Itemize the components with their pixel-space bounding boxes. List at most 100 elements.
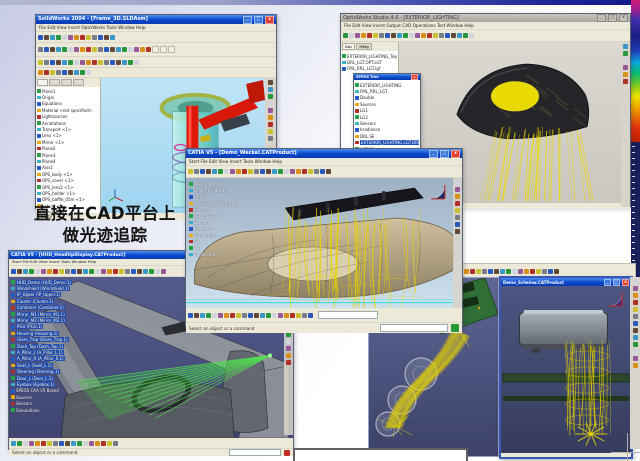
toolbar-button[interactable] bbox=[152, 46, 159, 53]
toolbar-icon bbox=[633, 342, 638, 347]
sketch-toolbar[interactable] bbox=[36, 68, 276, 78]
close-button[interactable]: x bbox=[451, 150, 460, 158]
mid-viewport[interactable]: Demo_WeckelFinger (Finger.1)FingerSPEOS … bbox=[186, 178, 462, 308]
lamp-viewport[interactable] bbox=[501, 286, 631, 453]
toolbar-icon bbox=[224, 169, 229, 174]
tab-doc[interactable]: Doc bbox=[342, 43, 355, 50]
toolbar-icon bbox=[83, 269, 88, 274]
close-button[interactable]: x bbox=[622, 279, 629, 286]
tab-mktg[interactable]: Mktg bbox=[356, 43, 371, 50]
project-tree-item[interactable]: EXTERIOR_LIGHTING_Top.OPT3DB bbox=[342, 53, 397, 59]
toolbar-icon bbox=[308, 313, 313, 318]
toolbar-icon bbox=[11, 441, 16, 446]
toolbar-icon bbox=[89, 441, 94, 446]
menu-bar[interactable]: File Edit View Insert OptisWorks Tools W… bbox=[36, 24, 276, 32]
viewport-toolbar[interactable] bbox=[621, 42, 630, 207]
toolbar-icon bbox=[397, 33, 402, 38]
feature-tree-panel[interactable]: Plane1OriginEquationsMaterial <not speci… bbox=[36, 78, 101, 213]
compass-icon[interactable] bbox=[607, 291, 625, 309]
toolbar-icon bbox=[110, 35, 115, 40]
tree-node-label: Mirror_M2 (Mirror_M2.1) bbox=[16, 318, 66, 323]
toolbar-icon bbox=[633, 314, 638, 319]
spec-tree-item[interactable]: Simulations bbox=[11, 407, 107, 413]
toolbar-icon bbox=[86, 35, 91, 40]
tree-node-label: Double bbox=[360, 95, 374, 100]
view-toolbar[interactable] bbox=[36, 57, 276, 68]
tree-node-label: Sensors bbox=[16, 401, 32, 406]
tab-config[interactable] bbox=[61, 79, 72, 86]
minimize-button[interactable]: _ bbox=[243, 16, 252, 24]
tree-node-icon bbox=[189, 253, 193, 257]
spec-tree[interactable]: HUD_Demo (HUD_Demo.1)Windshield (Windshi… bbox=[11, 279, 107, 413]
tree-node-icon bbox=[37, 141, 41, 145]
command-field[interactable] bbox=[318, 311, 378, 319]
tree-node-icon bbox=[11, 344, 15, 348]
maximize-button[interactable]: □ bbox=[608, 14, 617, 22]
toolbar-button[interactable] bbox=[168, 46, 175, 53]
catia-mid-window: CATIA V5 - [Demo_Weckel.CATProduct] _ □ … bbox=[185, 148, 463, 327]
status-bar: Select an object or a command bbox=[186, 323, 462, 333]
tab-property[interactable] bbox=[49, 79, 60, 86]
maximize-button[interactable]: □ bbox=[254, 16, 263, 24]
toolbar-icon bbox=[98, 35, 103, 40]
toolbar[interactable] bbox=[341, 30, 630, 42]
tree-node-label: HUD_Demo (HUD_Demo.1) bbox=[16, 280, 72, 285]
toolbar-button[interactable] bbox=[160, 46, 167, 53]
tree-node-label: A_Pillar_R (A_Pillar_R.1) bbox=[16, 356, 65, 361]
toolbar[interactable] bbox=[186, 166, 462, 178]
mid-title-bar[interactable]: CATIA V5 - [Demo_Weckel.CATProduct] _ □ … bbox=[186, 149, 462, 158]
feature-tree-item[interactable]: Material <not specified> bbox=[37, 107, 99, 113]
toolbar-icon bbox=[98, 47, 103, 52]
tab-features[interactable] bbox=[37, 79, 48, 86]
toolbar-icon bbox=[268, 101, 273, 106]
optisworks-title-bar[interactable]: OptisWorks Studio 4.0 - [EXTERIOR_LIGHTI… bbox=[341, 14, 630, 22]
palette-title-bar[interactable]: SPEOS Tree x bbox=[354, 74, 420, 80]
maximize-button[interactable]: □ bbox=[613, 279, 620, 286]
speos-tree-item[interactable]: EXTERIOR_LIGHTING.LGT.DRL.SE.min bbox=[355, 140, 419, 146]
palette-close-button[interactable]: x bbox=[411, 74, 418, 80]
tree-node-icon bbox=[355, 128, 359, 132]
tree-node-icon bbox=[37, 185, 41, 189]
maximize-button[interactable]: □ bbox=[440, 150, 449, 158]
minimize-button[interactable]: _ bbox=[597, 14, 606, 22]
toolbar-icon bbox=[268, 108, 273, 113]
toolbar-icon bbox=[200, 169, 205, 174]
power-input[interactable] bbox=[380, 324, 448, 332]
catia-right-toolbar[interactable] bbox=[630, 277, 640, 449]
menu-bar[interactable]: File Edit View Insert Output CAD Operati… bbox=[341, 22, 630, 30]
tree-node-label: Finger (Finger.1) bbox=[194, 188, 226, 193]
toolbar-icon bbox=[296, 169, 301, 174]
tab-optis[interactable] bbox=[73, 79, 84, 86]
project-tree-item[interactable]: FML_RRL_LGT.lgf bbox=[342, 66, 397, 72]
spec-tree[interactable]: Demo_WeckelFinger (Finger.1)FingerSPEOS … bbox=[189, 181, 259, 258]
solidworks-title-bar[interactable]: SolidWorks 2004 - [Frame_3D.SLDAsm] _ □ … bbox=[36, 15, 276, 24]
tree-node-icon bbox=[189, 227, 193, 231]
menu-bar[interactable]: Start File Edit View Insert Tools Window… bbox=[186, 158, 462, 166]
project-tree[interactable]: EXTERIOR_LIGHTING_Top.OPT3DBDRL_LGT.OPT.… bbox=[341, 51, 398, 74]
toolbar-icon bbox=[254, 313, 259, 318]
palette-title: SPEOS Tree bbox=[356, 74, 409, 80]
toolbar-icon bbox=[268, 94, 273, 99]
toolbar-icon bbox=[74, 60, 79, 65]
bottom-toolbar[interactable] bbox=[9, 438, 293, 449]
compass-icon[interactable] bbox=[429, 183, 448, 202]
viewport-toolbar[interactable] bbox=[453, 178, 462, 308]
feature-tree[interactable]: Plane1OriginEquationsMaterial <not speci… bbox=[36, 87, 100, 213]
scale-tick bbox=[632, 176, 635, 177]
lamp-title-bar[interactable]: Demo_Scheinw.CATProduct _ □ x bbox=[501, 278, 631, 286]
minimize-button[interactable]: _ bbox=[604, 279, 611, 286]
tree-node-label: OPS_body <1> bbox=[42, 172, 73, 177]
optisworks-toolbar[interactable] bbox=[36, 43, 276, 57]
tree-node-icon bbox=[342, 54, 346, 58]
standard-toolbar[interactable] bbox=[36, 32, 276, 43]
power-input[interactable] bbox=[229, 449, 281, 456]
tree-node-label: SPEOS CAA V5 Based bbox=[16, 388, 59, 393]
close-button[interactable]: x bbox=[619, 14, 628, 22]
spec-tree-item[interactable]: Applications bbox=[189, 251, 259, 257]
close-button[interactable]: x bbox=[265, 16, 274, 24]
bottom-toolbar[interactable] bbox=[186, 308, 462, 323]
tree-node-label: Irradiance bbox=[360, 127, 380, 132]
toolbar-icon bbox=[272, 313, 277, 318]
minimize-button[interactable]: _ bbox=[429, 150, 438, 158]
toolbar-icon bbox=[367, 33, 372, 38]
